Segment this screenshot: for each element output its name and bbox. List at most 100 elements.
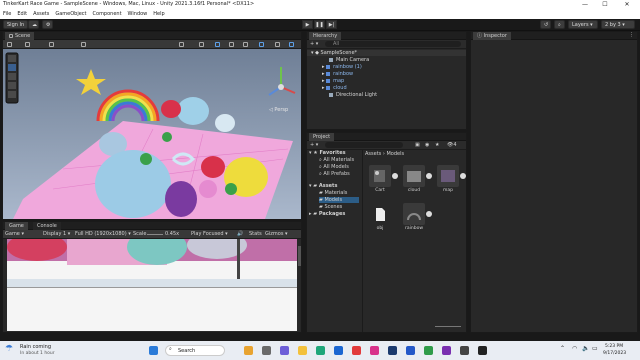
assets-folder[interactable]: ▾ ▰ Assets bbox=[309, 183, 337, 189]
expand-icon[interactable] bbox=[426, 173, 432, 179]
effects-icon[interactable] bbox=[243, 42, 248, 47]
favorites-item[interactable]: ⌕ All Materials bbox=[319, 157, 354, 163]
packages-folder[interactable]: ▸ ▰ Packages bbox=[309, 211, 345, 217]
app-icon-navy[interactable] bbox=[388, 346, 397, 355]
play-focused-dropdown[interactable]: Play Focused ▾ bbox=[191, 232, 228, 237]
expand-icon[interactable] bbox=[392, 173, 398, 179]
asset-thumbnail-cloud[interactable] bbox=[403, 165, 425, 187]
favorites-item[interactable]: ⌕ All Models bbox=[319, 164, 349, 170]
hierarchy-item[interactable]: Main Camera bbox=[307, 57, 466, 63]
wifi-icon[interactable]: ◠ bbox=[572, 346, 577, 352]
breadcrumb-models[interactable]: Models bbox=[386, 151, 404, 157]
scene-row[interactable]: ▾ ◆ SampleScene* bbox=[307, 50, 466, 56]
hierarchy-item[interactable]: ▸ rainbow bbox=[307, 71, 466, 77]
create-plus-icon[interactable]: + ▾ bbox=[310, 42, 318, 47]
panel-menu-icon[interactable]: ⋮ bbox=[629, 33, 634, 38]
menu-component[interactable]: Component bbox=[93, 10, 122, 19]
cloud-model[interactable] bbox=[177, 97, 209, 125]
hierarchy-search-input[interactable]: All bbox=[325, 41, 461, 47]
task-view-icon[interactable] bbox=[262, 346, 271, 355]
project-search-input[interactable] bbox=[325, 142, 403, 148]
widgets-icon[interactable] bbox=[244, 346, 253, 355]
cloud-icon[interactable]: ☁ bbox=[28, 20, 39, 29]
taskbar-search-box[interactable]: Search bbox=[165, 345, 225, 356]
edge-icon[interactable] bbox=[316, 346, 325, 355]
star-icon[interactable]: ★ bbox=[435, 143, 439, 148]
history-icon[interactable]: ↺ bbox=[540, 20, 551, 29]
shaded-sphere-icon[interactable] bbox=[179, 42, 184, 47]
tool-palette[interactable] bbox=[5, 52, 19, 104]
step-button[interactable]: ▶| bbox=[326, 20, 337, 29]
gizmos-icon[interactable] bbox=[289, 42, 294, 47]
folder-item[interactable]: ▰ Scenes bbox=[319, 204, 342, 210]
tab-game[interactable]: Game bbox=[5, 222, 28, 230]
sign-in-button[interactable]: Sign In bbox=[3, 20, 29, 29]
start-icon[interactable] bbox=[149, 346, 158, 355]
filter-icon[interactable]: ▣ bbox=[415, 143, 420, 148]
menu-help[interactable]: Help bbox=[153, 10, 164, 19]
maximize-button[interactable]: ☐ bbox=[596, 0, 614, 10]
hierarchy-item[interactable]: ▸ rainbow (1) bbox=[307, 64, 466, 70]
menu-file[interactable]: File bbox=[3, 10, 11, 19]
file-explorer-icon[interactable] bbox=[298, 346, 307, 355]
collab-icon[interactable]: ⚙ bbox=[42, 20, 53, 29]
expand-icon[interactable] bbox=[426, 211, 432, 217]
unity-icon[interactable] bbox=[478, 346, 487, 355]
layout-dropdown[interactable]: 2 by 3 ▾ bbox=[601, 20, 635, 29]
shading-icon[interactable] bbox=[25, 42, 30, 47]
minimize-button[interactable]: — bbox=[576, 0, 594, 10]
gizmos-dropdown[interactable]: Gizmos ▾ bbox=[265, 232, 288, 237]
word-icon[interactable] bbox=[406, 346, 415, 355]
asset-thumbnail-obj[interactable] bbox=[369, 203, 391, 225]
lighting-icon[interactable] bbox=[215, 42, 220, 47]
increment-snap-icon[interactable] bbox=[81, 42, 86, 47]
excel-icon[interactable] bbox=[424, 346, 433, 355]
close-button[interactable]: ✕ bbox=[618, 0, 636, 10]
favorites-folder[interactable]: ▾ ★ Favorites bbox=[309, 150, 346, 156]
hierarchy-item[interactable]: ▸ map bbox=[307, 78, 466, 84]
menu-edit[interactable]: Edit bbox=[17, 10, 27, 19]
hierarchy-item[interactable]: ▸ cloud bbox=[307, 85, 466, 91]
chat-icon[interactable] bbox=[280, 346, 289, 355]
volume-icon[interactable]: 🔈 bbox=[582, 346, 589, 352]
pause-button[interactable]: ❚❚ bbox=[314, 20, 325, 29]
layers-dropdown[interactable]: Layers ▾ bbox=[568, 20, 598, 29]
asset-thumbnail-rainbow[interactable] bbox=[403, 203, 425, 225]
tab-console[interactable]: Console bbox=[33, 222, 61, 230]
menu-gameobject[interactable]: GameObject bbox=[55, 10, 86, 19]
folder-item-selected[interactable]: ▰ Models bbox=[319, 197, 359, 203]
app-icon-pink[interactable] bbox=[370, 346, 379, 355]
expand-icon[interactable] bbox=[460, 173, 466, 179]
store-icon[interactable] bbox=[334, 346, 343, 355]
app-icon-purple[interactable] bbox=[442, 346, 451, 355]
menu-window[interactable]: Window bbox=[128, 10, 148, 19]
tab-project[interactable]: Project bbox=[309, 133, 335, 141]
favorites-item[interactable]: ⌕ All Prefabs bbox=[319, 171, 350, 177]
scale-slider[interactable] bbox=[147, 234, 163, 235]
display-dropdown[interactable]: Display 1 ▾ bbox=[43, 232, 70, 237]
breadcrumb-assets[interactable]: Assets bbox=[365, 151, 381, 157]
asset-thumbnail-map[interactable] bbox=[437, 165, 459, 187]
search-icon[interactable]: ⌕ bbox=[554, 20, 565, 29]
audio-icon[interactable] bbox=[229, 42, 234, 47]
weather-title[interactable]: Rain coming bbox=[20, 345, 51, 350]
scene-viewport[interactable]: ◁ Persp bbox=[3, 49, 301, 219]
tab-inspector[interactable]: ⓘ Inspector bbox=[473, 32, 511, 40]
stats-button[interactable]: Stats bbox=[249, 232, 262, 237]
game-viewport[interactable] bbox=[7, 239, 297, 331]
display-mode-dropdown[interactable]: Game ▾ bbox=[5, 232, 24, 237]
thumbnail-size-slider[interactable] bbox=[435, 326, 461, 327]
tab-hierarchy[interactable]: Hierarchy bbox=[309, 32, 342, 40]
clock-date[interactable]: 9/17/2023 bbox=[603, 351, 626, 357]
camera-icon[interactable] bbox=[275, 42, 280, 47]
2d-toggle-icon[interactable] bbox=[199, 42, 204, 47]
play-button[interactable]: ▶ bbox=[302, 20, 313, 29]
label-icon[interactable]: ◉ bbox=[425, 143, 429, 148]
hierarchy-item[interactable]: Directional Light bbox=[307, 92, 466, 98]
tab-scene[interactable]: Scene bbox=[5, 32, 35, 40]
battery-icon[interactable]: ▭ bbox=[592, 346, 598, 352]
resolution-dropdown[interactable]: Full HD (1920x1080) ▾ bbox=[75, 232, 131, 237]
game-scrollbar[interactable] bbox=[298, 246, 301, 266]
hidden-objects-icon[interactable] bbox=[259, 42, 264, 47]
menu-assets[interactable]: Assets bbox=[33, 10, 49, 19]
